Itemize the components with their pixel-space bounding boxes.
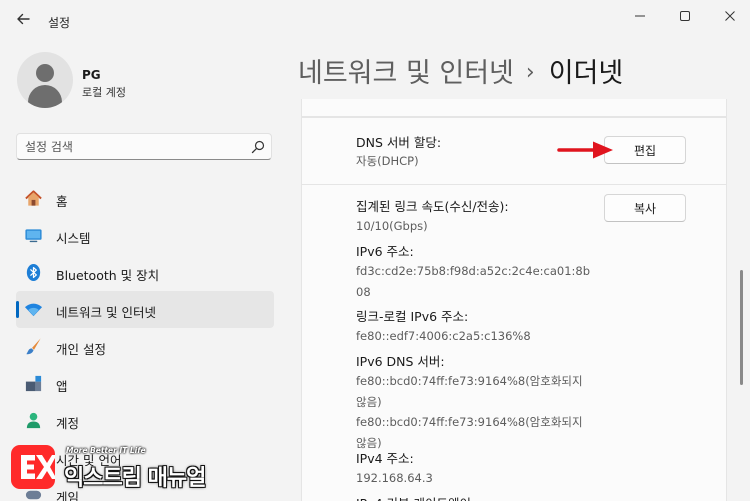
sidebar-item-label: 계정 (56, 416, 80, 431)
watermark-logo-icon (11, 445, 55, 489)
breadcrumb: 네트워크 및 인터넷 › 이더넷 (298, 51, 623, 90)
profile-name: PG (82, 68, 101, 82)
avatar-body (28, 85, 62, 108)
ipv4-value: 192.168.64.3 (356, 471, 433, 485)
sidebar-item-system[interactable]: 시스템 (16, 217, 274, 254)
ipv6-label: IPv6 주소: (356, 244, 414, 259)
search-input[interactable] (25, 139, 245, 155)
watermark: More Better IT Life 익스트림 매뉴얼 (8, 444, 208, 494)
ipv6-value: fd3c:cd2e:75b8:f98d:a52c:2c4e:ca01:8b08 (356, 264, 591, 299)
watermark-tagline: More Better IT Life (66, 446, 146, 455)
person-icon (26, 412, 41, 429)
app-title: 설정 (48, 16, 71, 30)
avatar-head (36, 64, 54, 82)
link-local-label: 링크-로컬 IPv6 주소: (356, 309, 469, 324)
maximize-icon (680, 11, 690, 21)
brush-icon (26, 338, 41, 355)
minimize-button[interactable] (622, 4, 658, 28)
active-indicator (16, 301, 19, 318)
sidebar-item-label: 네트워크 및 인터넷 (56, 305, 156, 320)
link-speed-label: 집계된 링크 속도(수신/전송): (356, 199, 509, 214)
link-local-value: fe80::edf7:4006:c2a5:c136%8 (356, 329, 531, 343)
sidebar-item-bluetooth[interactable]: Bluetooth 및 장치 (16, 254, 274, 291)
title-bar: 설정 (0, 0, 750, 36)
ipv4-label: IPv4 주소: (356, 451, 414, 466)
copy-button[interactable]: 복사 (604, 194, 686, 222)
sidebar-item-label: 앱 (56, 379, 68, 394)
monitor-icon (25, 229, 42, 243)
ipv6-dns-label: IPv6 DNS 서버: (356, 354, 445, 369)
maximize-button[interactable] (667, 4, 703, 28)
bluetooth-icon (26, 263, 41, 282)
scrollbar-thumb[interactable] (740, 270, 743, 385)
minimize-icon (635, 15, 645, 17)
sidebar-item-home[interactable]: 홈 (16, 180, 274, 217)
close-button[interactable] (712, 4, 748, 28)
link-speed-value: 10/10(Gbps) (356, 219, 428, 233)
account-type: 로컬 계정 (82, 86, 126, 99)
annotation-arrow-icon (557, 141, 613, 159)
edit-dns-button[interactable]: 편집 (604, 136, 686, 164)
back-button[interactable] (12, 8, 34, 30)
connection-details-card: 복사 집계된 링크 속도(수신/전송): 10/10(Gbps) IPv6 주소… (301, 184, 727, 501)
search-box[interactable] (16, 133, 272, 160)
sidebar-item-personalization[interactable]: 개인 설정 (16, 328, 274, 365)
watermark-name: 익스트림 매뉴얼 (64, 466, 206, 491)
sidebar-item-network[interactable]: 네트워크 및 인터넷 (16, 291, 274, 328)
arrow-left-icon (17, 13, 30, 25)
breadcrumb-parent[interactable]: 네트워크 및 인터넷 (298, 58, 514, 89)
wifi-icon (24, 303, 43, 317)
sidebar-item-label: Bluetooth 및 장치 (56, 268, 160, 283)
sidebar-item-label: 개인 설정 (56, 342, 106, 357)
apps-icon (25, 375, 42, 392)
sidebar-item-apps[interactable]: 앱 (16, 365, 274, 402)
home-icon (25, 190, 42, 206)
ipv4-gateway-label: IPv4 기본 게이트웨이: (356, 493, 475, 501)
page-title: 이더넷 (548, 58, 624, 89)
sidebar-item-label: 홈 (56, 194, 68, 209)
avatar[interactable] (17, 52, 73, 108)
breadcrumb-separator: › (525, 60, 535, 85)
search-icon[interactable] (250, 139, 266, 155)
dns-assignment-card: DNS 서버 할당: 자동(DHCP) 편집 (301, 117, 727, 184)
ipv6-dns-value-1: fe80::bcd0:74ff:fe73:9164%8(암호화되지 않음) (356, 374, 583, 409)
dns-assignment-label: DNS 서버 할당: (356, 135, 442, 150)
previous-card-edge (301, 99, 727, 117)
close-icon (725, 11, 735, 21)
sidebar-item-accounts[interactable]: 계정 (16, 402, 274, 439)
sidebar-item-label: 시스템 (56, 231, 91, 246)
